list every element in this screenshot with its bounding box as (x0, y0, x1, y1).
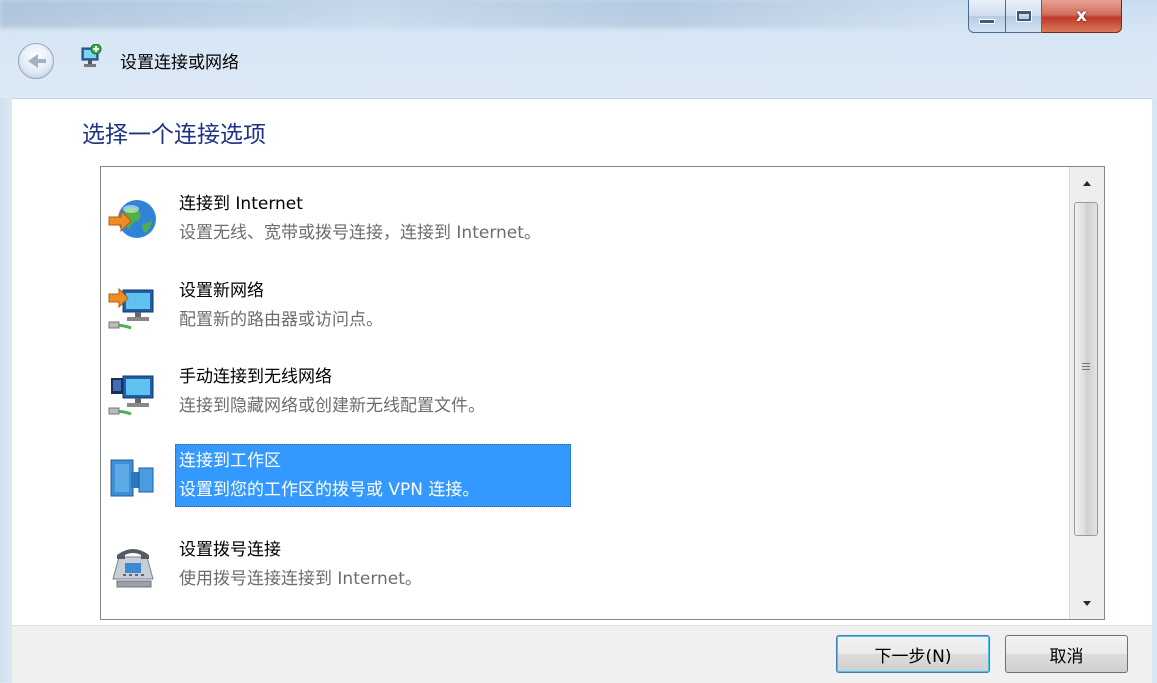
option-description: 连接到隐藏网络或创建新无线配置文件。 (179, 396, 485, 416)
content-area: 选择一个连接选项 连接到 Internet 设置无线、宽带或拨号连接，连接到 I… (12, 98, 1152, 626)
option-connect-workplace[interactable]: 连接到工作区 设置到您的工作区的拨号或 VPN 连接。 (105, 440, 1065, 510)
option-manual-wireless[interactable]: 手动连接到无线网络 连接到隐藏网络或创建新无线配置文件。 (105, 356, 1065, 426)
back-arrow-icon (28, 54, 46, 68)
option-title: 设置新网络 (179, 281, 264, 301)
next-button[interactable]: 下一步(N) (836, 635, 990, 673)
button-bar: 下一步(N) 取消 (12, 625, 1152, 683)
option-connect-internet[interactable]: 连接到 Internet 设置无线、宽带或拨号连接，连接到 Internet。 (105, 183, 1065, 253)
window-border-right (1152, 98, 1157, 682)
option-description: 配置新的路由器或访问点。 (179, 310, 383, 330)
close-icon: x (1076, 6, 1087, 26)
network-setup-icon (81, 44, 102, 67)
network-computer-icon (108, 287, 154, 330)
workplace-icon (110, 459, 154, 497)
arrow-up-icon (1083, 180, 1091, 186)
option-description: 设置无线、宽带或拨号连接，连接到 Internet。 (179, 223, 541, 243)
title-bar-background (0, 0, 940, 28)
option-title: 设置拨号连接 (179, 540, 281, 560)
minimize-button[interactable] (968, 0, 1006, 33)
window-controls: x (968, 0, 1122, 34)
page-title: 选择一个连接选项 (82, 122, 266, 148)
title-bar: x 设置连接或网络 (0, 0, 1157, 98)
vertical-scrollbar[interactable] (1069, 167, 1104, 619)
scroll-down-button[interactable] (1070, 587, 1104, 619)
option-setup-dialup[interactable]: 设置拨号连接 使用拨号连接连接到 Internet。 (105, 529, 1065, 599)
connection-options-list[interactable]: 连接到 Internet 设置无线、宽带或拨号连接，连接到 Internet。 … (100, 166, 1105, 620)
option-description: 设置到您的工作区的拨号或 VPN 连接。 (179, 480, 480, 500)
back-button[interactable] (18, 43, 54, 79)
minimize-icon (979, 18, 995, 24)
dialog-window: x 设置连接或网络 选择一个连接选项 连接到 Internet 设置无线、宽带或… (0, 0, 1157, 683)
option-title: 手动连接到无线网络 (179, 367, 332, 387)
grip-icon (1082, 363, 1090, 372)
scroll-thumb[interactable] (1074, 202, 1098, 536)
option-title: 连接到 Internet (179, 194, 303, 214)
window-title: 设置连接或网络 (120, 53, 239, 73)
maximize-icon (1015, 10, 1032, 22)
window-border-left (0, 98, 12, 682)
cancel-button[interactable]: 取消 (1005, 635, 1128, 673)
option-setup-new-network[interactable]: 设置新网络 配置新的路由器或访问点。 (105, 270, 1065, 340)
maximize-button[interactable] (1006, 0, 1042, 33)
arrow-down-icon (1083, 600, 1091, 606)
close-button[interactable]: x (1042, 0, 1122, 33)
wireless-computer-icon (108, 375, 154, 416)
scroll-up-button[interactable] (1070, 167, 1104, 199)
option-description: 使用拨号连接连接到 Internet。 (179, 569, 422, 589)
phone-modem-icon (112, 549, 154, 588)
globe-icon (108, 200, 156, 238)
option-title: 连接到工作区 (179, 451, 281, 471)
